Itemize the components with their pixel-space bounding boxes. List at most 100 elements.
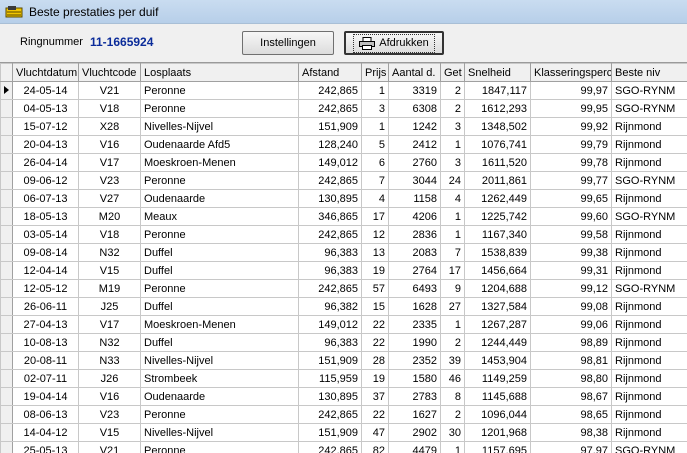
table-row[interactable]: 12-04-14 V15 Duffel 96,383 19 2764 17 1456,664 9…	[0, 261, 687, 280]
cell-losplaats[interactable]: Nivelles-Nijvel	[140, 117, 299, 136]
cell-beste-niv[interactable]: SGO-RYNM	[611, 441, 687, 453]
cell-prijs[interactable]: 47	[361, 423, 389, 442]
table-row[interactable]: 26-04-14 V17 Moeskroen-Menen 149,012 6 2760 3 1…	[0, 153, 687, 172]
col-header-vluchtdatum[interactable]: Vluchtdatum	[12, 63, 79, 82]
row-indicator[interactable]	[0, 405, 13, 424]
cell-vluchtdatum[interactable]: 10-08-13	[12, 333, 79, 352]
cell-prijs[interactable]: 1	[361, 117, 389, 136]
row-indicator[interactable]	[0, 99, 13, 118]
table-row[interactable]: 09-08-14 N32 Duffel 96,383 13 2083 7 1538,839 99…	[0, 243, 687, 262]
cell-beste-niv[interactable]: Rijnmond	[611, 297, 687, 316]
table-row[interactable]: 26-06-11 J25 Duffel 96,382 15 1628 27 1327,584 9…	[0, 297, 687, 316]
cell-aantal[interactable]: 2352	[388, 351, 441, 370]
cell-afstand[interactable]: 130,895	[298, 387, 362, 406]
cell-prijs[interactable]: 15	[361, 297, 389, 316]
cell-prijs[interactable]: 19	[361, 369, 389, 388]
cell-losplaats[interactable]: Strombeek	[140, 369, 299, 388]
row-indicator[interactable]	[0, 351, 13, 370]
cell-vluchtcode[interactable]: M20	[78, 207, 141, 226]
cell-prijs[interactable]: 22	[361, 315, 389, 334]
cell-vluchtcode[interactable]: N32	[78, 243, 141, 262]
cell-prijs[interactable]: 3	[361, 99, 389, 118]
cell-klasseringsperc[interactable]: 99,79	[530, 135, 612, 154]
cell-afstand[interactable]: 242,865	[298, 279, 362, 298]
cell-snelheid[interactable]: 1244,449	[464, 333, 531, 352]
cell-snelheid[interactable]: 1611,520	[464, 153, 531, 172]
cell-beste-niv[interactable]: Rijnmond	[611, 225, 687, 244]
cell-losplaats[interactable]: Peronne	[140, 279, 299, 298]
cell-beste-niv[interactable]: Rijnmond	[611, 117, 687, 136]
cell-beste-niv[interactable]: Rijnmond	[611, 405, 687, 424]
cell-klasseringsperc[interactable]: 99,60	[530, 207, 612, 226]
cell-losplaats[interactable]: Nivelles-Nijvel	[140, 423, 299, 442]
cell-vluchtdatum[interactable]: 12-04-14	[12, 261, 79, 280]
cell-losplaats[interactable]: Moeskroen-Menen	[140, 315, 299, 334]
cell-vluchtdatum[interactable]: 09-08-14	[12, 243, 79, 262]
cell-beste-niv[interactable]: SGO-RYNM	[611, 99, 687, 118]
cell-get[interactable]: 24	[440, 171, 465, 190]
cell-losplaats[interactable]: Meaux	[140, 207, 299, 226]
cell-get[interactable]: 1	[440, 207, 465, 226]
cell-vluchtcode[interactable]: X28	[78, 117, 141, 136]
cell-losplaats[interactable]: Peronne	[140, 225, 299, 244]
row-indicator[interactable]	[0, 279, 13, 298]
row-indicator[interactable]	[0, 441, 13, 453]
cell-snelheid[interactable]: 1612,293	[464, 99, 531, 118]
table-row[interactable]: 03-05-14 V18 Peronne 242,865 12 2836 1 1167,340…	[0, 225, 687, 244]
cell-prijs[interactable]: 6	[361, 153, 389, 172]
cell-klasseringsperc[interactable]: 98,67	[530, 387, 612, 406]
cell-get[interactable]: 3	[440, 117, 465, 136]
row-indicator[interactable]	[0, 369, 13, 388]
cell-afstand[interactable]: 151,909	[298, 351, 362, 370]
cell-aantal[interactable]: 3044	[388, 171, 441, 190]
col-header-get[interactable]: Get	[440, 63, 465, 82]
cell-vluchtdatum[interactable]: 20-08-11	[12, 351, 79, 370]
cell-vluchtcode[interactable]: V18	[78, 225, 141, 244]
cell-prijs[interactable]: 37	[361, 387, 389, 406]
cell-prijs[interactable]: 28	[361, 351, 389, 370]
cell-vluchtdatum[interactable]: 09-06-12	[12, 171, 79, 190]
cell-beste-niv[interactable]: Rijnmond	[611, 189, 687, 208]
cell-losplaats[interactable]: Peronne	[140, 99, 299, 118]
cell-klasseringsperc[interactable]: 99,58	[530, 225, 612, 244]
cell-snelheid[interactable]: 1538,839	[464, 243, 531, 262]
row-indicator[interactable]	[0, 135, 13, 154]
cell-vluchtcode[interactable]: V17	[78, 315, 141, 334]
cell-losplaats[interactable]: Moeskroen-Menen	[140, 153, 299, 172]
cell-losplaats[interactable]: Oudenaarde Afd5	[140, 135, 299, 154]
cell-vluchtdatum[interactable]: 06-07-13	[12, 189, 79, 208]
cell-aantal[interactable]: 1990	[388, 333, 441, 352]
cell-klasseringsperc[interactable]: 99,65	[530, 189, 612, 208]
cell-klasseringsperc[interactable]: 99,78	[530, 153, 612, 172]
col-header-vluchtcode[interactable]: Vluchtcode	[78, 63, 141, 82]
cell-prijs[interactable]: 22	[361, 405, 389, 424]
cell-vluchtdatum[interactable]: 14-04-12	[12, 423, 79, 442]
cell-beste-niv[interactable]: Rijnmond	[611, 315, 687, 334]
cell-klasseringsperc[interactable]: 99,92	[530, 117, 612, 136]
cell-klasseringsperc[interactable]: 98,80	[530, 369, 612, 388]
cell-beste-niv[interactable]: Rijnmond	[611, 153, 687, 172]
cell-vluchtdatum[interactable]: 08-06-13	[12, 405, 79, 424]
col-header-prijs[interactable]: Prijs	[361, 63, 389, 82]
cell-aantal[interactable]: 3319	[388, 81, 441, 100]
table-row[interactable]: 24-05-14 V21 Peronne 242,865 1 3319 2 1847,117 9…	[0, 81, 687, 100]
cell-snelheid[interactable]: 1456,664	[464, 261, 531, 280]
cell-prijs[interactable]: 5	[361, 135, 389, 154]
table-row[interactable]: 14-04-12 V15 Nivelles-Nijvel 151,909 47 2902 3…	[0, 423, 687, 442]
cell-aantal[interactable]: 4206	[388, 207, 441, 226]
cell-klasseringsperc[interactable]: 99,38	[530, 243, 612, 262]
cell-snelheid[interactable]: 1149,259	[464, 369, 531, 388]
cell-afstand[interactable]: 242,865	[298, 99, 362, 118]
cell-klasseringsperc[interactable]: 99,31	[530, 261, 612, 280]
table-row[interactable]: 10-08-13 N32 Duffel 96,383 22 1990 2 1244,449 98…	[0, 333, 687, 352]
col-header-losplaats[interactable]: Losplaats	[140, 63, 299, 82]
table-row[interactable]: 06-07-13 V27 Oudenaarde 130,895 4 1158 4 1262,4…	[0, 189, 687, 208]
cell-klasseringsperc[interactable]: 99,95	[530, 99, 612, 118]
cell-losplaats[interactable]: Nivelles-Nijvel	[140, 351, 299, 370]
cell-beste-niv[interactable]: SGO-RYNM	[611, 81, 687, 100]
cell-losplaats[interactable]: Oudenaarde	[140, 189, 299, 208]
row-indicator[interactable]	[0, 261, 13, 280]
cell-snelheid[interactable]: 1225,742	[464, 207, 531, 226]
col-header-beste-niv[interactable]: Beste niv	[611, 63, 687, 82]
cell-vluchtdatum[interactable]: 24-05-14	[12, 81, 79, 100]
